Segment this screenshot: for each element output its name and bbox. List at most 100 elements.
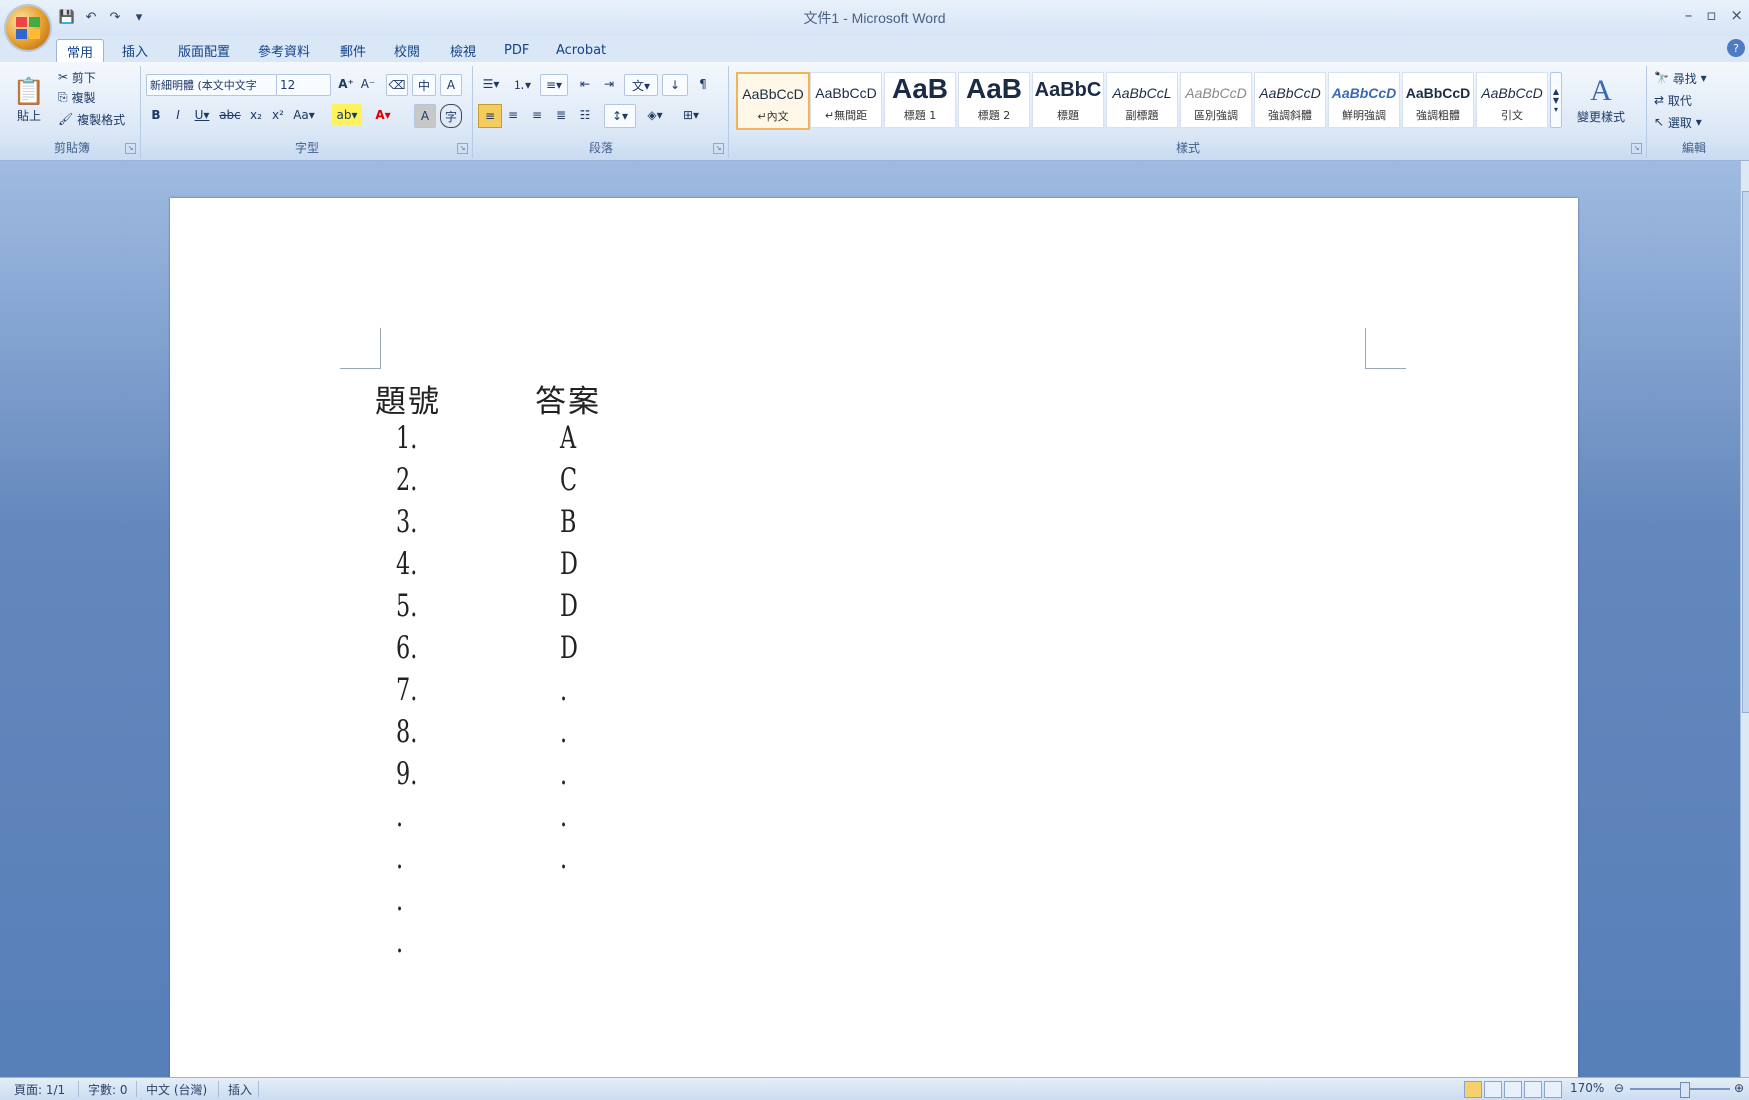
ribbon-tabs: 常用 插入 版面配置 參考資料 郵件 校閱 檢視 PDF Acrobat ? bbox=[0, 36, 1749, 62]
brush-icon: 🖌 bbox=[58, 112, 74, 126]
tab-pdf[interactable]: PDF bbox=[494, 39, 539, 61]
paragraph-launcher-icon[interactable]: ↘ bbox=[713, 143, 724, 154]
italic-icon[interactable]: I bbox=[168, 104, 188, 126]
tab-page-layout[interactable]: 版面配置 bbox=[168, 39, 240, 61]
highlight-icon[interactable]: ab▾ bbox=[332, 104, 362, 126]
distributed-icon[interactable]: ☷ bbox=[574, 104, 596, 126]
full-screen-view-icon[interactable] bbox=[1484, 1081, 1502, 1098]
style-title[interactable]: AaBbC 標題 bbox=[1032, 72, 1104, 128]
style-quote[interactable]: AaBbCcD 引文 bbox=[1476, 72, 1548, 128]
justify-icon[interactable]: ≣ bbox=[550, 104, 572, 126]
change-styles-button[interactable]: A 變更樣式 bbox=[1566, 68, 1636, 130]
clipboard-group: 📋 貼上 ✂ 剪下 ⎘ 複製 🖌 複製格式 剪貼簿 ↘ bbox=[4, 66, 141, 158]
align-right-icon[interactable]: ≡ bbox=[526, 104, 548, 126]
help-icon[interactable]: ? bbox=[1727, 39, 1745, 57]
tab-references[interactable]: 參考資料 bbox=[248, 39, 320, 61]
increase-indent-icon[interactable]: ⇥ bbox=[598, 74, 620, 94]
zoom-in-icon[interactable]: ⊕ bbox=[1734, 1081, 1744, 1095]
sort-icon[interactable]: ↓ bbox=[662, 74, 688, 96]
tab-review[interactable]: 校閱 bbox=[384, 39, 430, 61]
shrink-font-icon[interactable]: A⁻ bbox=[358, 74, 378, 94]
style-name: 強調粗體 bbox=[1416, 109, 1460, 122]
style-emphasis[interactable]: AaBbCcD 強調斜體 bbox=[1254, 72, 1326, 128]
row-answer: . bbox=[560, 672, 568, 708]
header-answer: 答案 bbox=[535, 384, 601, 420]
zoom-slider-handle[interactable] bbox=[1680, 1082, 1690, 1098]
strikethrough-icon[interactable]: abc bbox=[218, 104, 242, 126]
web-layout-view-icon[interactable] bbox=[1504, 1081, 1522, 1098]
font-size-select[interactable]: 12 bbox=[276, 74, 331, 96]
minimize-button[interactable]: – bbox=[1685, 6, 1693, 24]
style-no-spacing[interactable]: AaBbCcD ↵無間距 bbox=[810, 72, 882, 128]
scrollbar-thumb[interactable] bbox=[1742, 191, 1749, 713]
tab-acrobat[interactable]: Acrobat bbox=[546, 39, 616, 61]
style-sample: AaBbCcD bbox=[1259, 85, 1321, 101]
copy-button[interactable]: ⎘ 複製 bbox=[58, 88, 95, 106]
find-button[interactable]: 🔭 尋找 ▾ bbox=[1654, 68, 1707, 88]
clear-format-icon[interactable]: ⌫ bbox=[386, 74, 408, 96]
superscript-icon[interactable]: x² bbox=[268, 104, 288, 126]
paste-button[interactable]: 📋 貼上 bbox=[12, 70, 46, 130]
phonetic-guide-icon[interactable]: 中 bbox=[412, 74, 436, 96]
format-painter-button[interactable]: 🖌 複製格式 bbox=[58, 110, 125, 128]
cut-button[interactable]: ✂ 剪下 bbox=[58, 68, 96, 86]
align-left-icon[interactable]: ≡ bbox=[478, 104, 502, 128]
styles-launcher-icon[interactable]: ↘ bbox=[1631, 143, 1642, 154]
font-color-icon[interactable]: A▾ bbox=[368, 104, 398, 126]
align-center-icon[interactable]: ≡ bbox=[502, 104, 524, 126]
style-subtitle[interactable]: AaBbCcL 副標題 bbox=[1106, 72, 1178, 128]
underline-icon[interactable]: U▾ bbox=[190, 104, 214, 126]
office-button[interactable] bbox=[6, 6, 50, 50]
close-button[interactable]: × bbox=[1730, 6, 1743, 24]
style-intense-emphasis[interactable]: AaBbCcD 鮮明強調 bbox=[1328, 72, 1400, 128]
editing-group-label: 編輯 bbox=[1681, 141, 1706, 155]
restore-button[interactable]: ▫ bbox=[1706, 6, 1716, 24]
change-case-icon[interactable]: Aa▾ bbox=[290, 104, 318, 126]
status-page[interactable]: 頁面: 1/1 bbox=[14, 1081, 65, 1098]
style-subtle-emphasis[interactable]: AaBbCcD 區別強調 bbox=[1180, 72, 1252, 128]
document-page[interactable]: 題號 答案 1. A 2. C 3. B 4. D 5. D 6. D 7.. 8.. 9........ bbox=[170, 198, 1578, 1078]
borders-icon[interactable]: ⊞▾ bbox=[676, 104, 706, 126]
bullets-icon[interactable]: ☰▾ bbox=[478, 74, 504, 94]
replace-button[interactable]: ⇄ 取代 bbox=[1654, 90, 1692, 110]
tab-view[interactable]: 檢視 bbox=[440, 39, 486, 61]
zoom-level[interactable]: 170% bbox=[1570, 1081, 1604, 1095]
outline-view-icon[interactable] bbox=[1524, 1081, 1542, 1098]
grow-font-icon[interactable]: A⁺ bbox=[336, 74, 356, 94]
chinese-layout-icon[interactable]: 文▾ bbox=[624, 74, 658, 96]
print-layout-view-icon[interactable] bbox=[1464, 1081, 1482, 1098]
font-name-select[interactable]: 新細明體 (本文中文字 bbox=[146, 74, 277, 96]
style-heading-2[interactable]: AaB 標題 2 bbox=[958, 72, 1030, 128]
numbering-icon[interactable]: ⒈▾ bbox=[508, 74, 536, 94]
status-mode[interactable]: 插入 bbox=[228, 1081, 252, 1098]
status-language[interactable]: 中文 (台灣) bbox=[146, 1081, 207, 1098]
multilevel-list-icon[interactable]: ≡▾ bbox=[540, 74, 568, 96]
select-button[interactable]: ↖ 選取 ▾ bbox=[1654, 112, 1702, 132]
style-heading-1[interactable]: AaB 標題 1 bbox=[884, 72, 956, 128]
draft-view-icon[interactable] bbox=[1544, 1081, 1562, 1098]
style-strong[interactable]: AaBbCcD 強調粗體 bbox=[1402, 72, 1474, 128]
clipboard-launcher-icon[interactable]: ↘ bbox=[125, 143, 136, 154]
tab-mailings[interactable]: 郵件 bbox=[330, 39, 376, 61]
font-size-value: 12 bbox=[280, 78, 296, 92]
style-normal[interactable]: AaBbCcD ↵內文 bbox=[736, 72, 810, 130]
window-controls: – ▫ × bbox=[1685, 6, 1743, 24]
styles-scroll[interactable]: ▲ ▼ ▾ bbox=[1550, 72, 1562, 128]
tab-home[interactable]: 常用 bbox=[56, 39, 105, 62]
show-marks-icon[interactable]: ¶ bbox=[692, 74, 714, 94]
line-spacing-icon[interactable]: ↕▾ bbox=[604, 104, 636, 128]
decrease-indent-icon[interactable]: ⇤ bbox=[574, 74, 596, 94]
row-number: 4. bbox=[396, 546, 418, 582]
bold-icon[interactable]: B bbox=[146, 104, 166, 126]
font-launcher-icon[interactable]: ↘ bbox=[457, 143, 468, 154]
shading-icon[interactable]: ◈▾ bbox=[640, 104, 670, 126]
tab-insert[interactable]: 插入 bbox=[112, 39, 158, 61]
row-answer: D bbox=[560, 588, 578, 624]
character-shading-icon[interactable]: A bbox=[414, 104, 436, 128]
zoom-out-icon[interactable]: ⊖ bbox=[1614, 1081, 1624, 1095]
subscript-icon[interactable]: x₂ bbox=[246, 104, 266, 126]
character-border-icon[interactable]: A bbox=[440, 74, 462, 96]
status-words[interactable]: 字數: 0 bbox=[88, 1081, 128, 1098]
enclose-characters-icon[interactable]: 字 bbox=[440, 104, 462, 128]
vertical-scrollbar[interactable] bbox=[1740, 161, 1749, 1077]
